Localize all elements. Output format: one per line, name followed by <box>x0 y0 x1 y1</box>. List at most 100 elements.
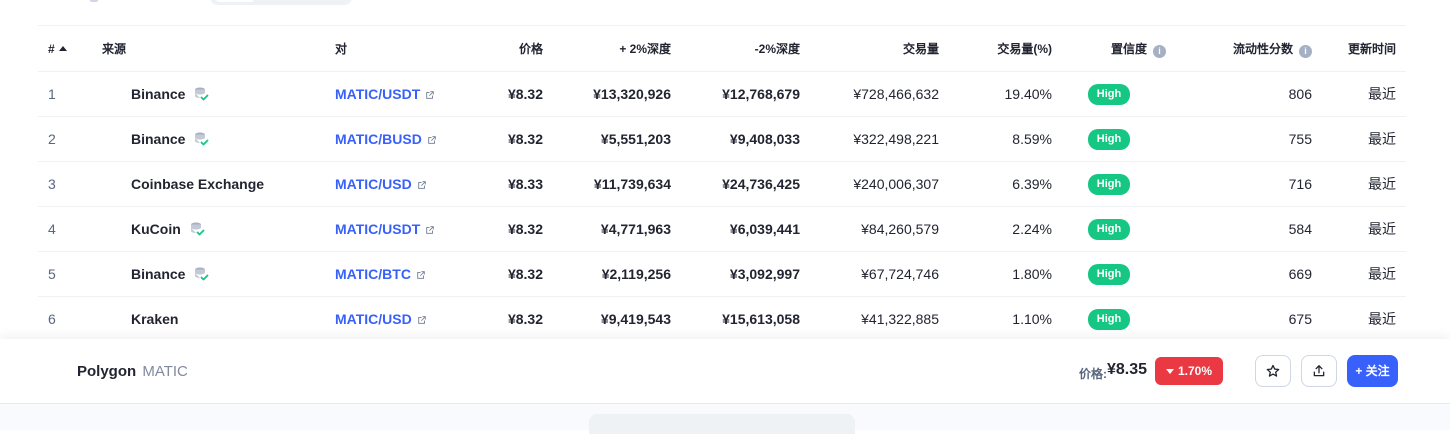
row-updated: 最近 <box>1312 71 1406 117</box>
table-row[interactable]: 3 Coinbase Exchange MATIC/USD ¥8.33 ¥11,… <box>38 161 1406 207</box>
row-pair[interactable]: MATIC/USD <box>335 296 485 342</box>
info-icon[interactable]: i <box>1299 44 1312 58</box>
row-liquidity: 669 <box>1166 251 1312 297</box>
header-price[interactable]: 价格 <box>485 25 543 72</box>
table-row[interactable]: 2 Binance MATIC/BUSD ¥8.32 ¥5,551,203 ¥9… <box>38 116 1406 162</box>
share-button[interactable] <box>1301 355 1337 387</box>
share-icon <box>1313 365 1325 377</box>
source-name[interactable]: Coinbase Exchange <box>131 176 264 192</box>
row-confidence: High <box>1052 251 1166 297</box>
row-source[interactable]: KuCoin <box>102 206 335 252</box>
row-updated: 最近 <box>1312 206 1406 252</box>
pair-link[interactable]: MATIC/USDT <box>335 86 420 102</box>
header-source[interactable]: 来源 <box>102 25 335 72</box>
row-pair[interactable]: MATIC/BTC <box>335 251 485 297</box>
row-depth-pos: ¥5,551,203 <box>543 116 671 162</box>
row-pair[interactable]: MATIC/BUSD <box>335 116 485 162</box>
header-pair[interactable]: 对 <box>335 25 485 72</box>
table-header-row: # 来源 对 价格 + 2%深度 -2%深度 交易量 交易量(%) 置信度 i 流… <box>38 25 1406 72</box>
row-volume-pct: 6.39% <box>939 161 1052 207</box>
markets-table-wrap: # 来源 对 价格 + 2%深度 -2%深度 交易量 交易量(%) 置信度 i 流… <box>38 25 1406 342</box>
source-name[interactable]: Binance <box>131 86 185 102</box>
row-rank: 3 <box>38 161 102 207</box>
source-name[interactable]: KuCoin <box>131 221 181 237</box>
row-volume: ¥322,498,221 <box>800 116 939 162</box>
row-liquidity: 675 <box>1166 296 1312 342</box>
pair-link[interactable]: MATIC/USD <box>335 311 412 327</box>
row-price: ¥8.32 <box>485 296 543 342</box>
price-value: ¥8.35 <box>1107 361 1148 378</box>
top-toggle-active[interactable] <box>215 0 255 2</box>
verified-stack-icon <box>195 87 209 100</box>
top-partial-element <box>90 0 98 2</box>
row-source[interactable]: Binance <box>102 71 335 117</box>
row-rank: 4 <box>38 206 102 252</box>
row-confidence: High <box>1052 161 1166 207</box>
table-row[interactable]: 6 Kraken MATIC/USD ¥8.32 ¥9,419,543 ¥15,… <box>38 296 1406 342</box>
row-rank: 2 <box>38 116 102 162</box>
markets-table: # 来源 对 价格 + 2%深度 -2%深度 交易量 交易量(%) 置信度 i 流… <box>38 25 1406 342</box>
pair-link[interactable]: MATIC/BUSD <box>335 131 422 147</box>
row-depth-pos: ¥13,320,926 <box>543 71 671 117</box>
confidence-badge: High <box>1087 173 1131 195</box>
header-liquidity[interactable]: 流动性分数 i <box>1166 25 1312 72</box>
row-liquidity: 716 <box>1166 161 1312 207</box>
row-confidence: High <box>1052 206 1166 252</box>
watchlist-star-button[interactable] <box>1255 355 1291 387</box>
row-confidence: High <box>1052 116 1166 162</box>
external-link-icon[interactable] <box>427 135 437 145</box>
confidence-badge: High <box>1087 263 1131 285</box>
table-row[interactable]: 1 Binance MATIC/USDT ¥8.32 ¥13,320,926 ¥… <box>38 71 1406 117</box>
follow-button[interactable]: + 关注 <box>1347 355 1398 387</box>
header-depth-neg[interactable]: -2%深度 <box>671 25 800 72</box>
pair-link[interactable]: MATIC/USDT <box>335 221 420 237</box>
coin-title: Polygon MATIC <box>77 363 188 380</box>
row-depth-neg: ¥3,092,997 <box>671 251 800 297</box>
header-confidence[interactable]: 置信度 i <box>1052 25 1166 72</box>
row-pair[interactable]: MATIC/USDT <box>335 206 485 252</box>
info-icon[interactable]: i <box>1153 44 1166 58</box>
confidence-badge: High <box>1087 128 1131 150</box>
confidence-badge: High <box>1087 308 1131 330</box>
row-depth-neg: ¥15,613,058 <box>671 296 800 342</box>
row-liquidity: 584 <box>1166 206 1312 252</box>
row-price: ¥8.32 <box>485 206 543 252</box>
external-link-icon[interactable] <box>425 225 435 235</box>
verified-stack-icon <box>195 267 209 280</box>
external-link-icon[interactable] <box>425 90 435 100</box>
header-volume-pct[interactable]: 交易量(%) <box>939 25 1052 72</box>
header-updated[interactable]: 更新时间 <box>1312 25 1406 72</box>
external-link-icon[interactable] <box>417 180 427 190</box>
external-link-icon[interactable] <box>417 315 427 325</box>
row-source[interactable]: Kraken <box>102 296 335 342</box>
row-pair[interactable]: MATIC/USD <box>335 161 485 207</box>
row-pair[interactable]: MATIC/USDT <box>335 71 485 117</box>
table-row[interactable]: 4 KuCoin MATIC/USDT ¥8.32 ¥4,771,963 ¥6,… <box>38 206 1406 252</box>
source-name[interactable]: Kraken <box>131 311 178 327</box>
row-liquidity: 755 <box>1166 116 1312 162</box>
row-rank: 5 <box>38 251 102 297</box>
header-volume[interactable]: 交易量 <box>800 25 939 72</box>
external-link-icon[interactable] <box>416 270 426 280</box>
row-depth-pos: ¥2,119,256 <box>543 251 671 297</box>
below-card <box>589 414 855 434</box>
row-volume-pct: 1.80% <box>939 251 1052 297</box>
source-name[interactable]: Binance <box>131 131 185 147</box>
pair-link[interactable]: MATIC/USD <box>335 176 412 192</box>
header-depth-pos[interactable]: + 2%深度 <box>543 25 671 72</box>
table-row[interactable]: 5 Binance MATIC/BTC ¥8.32 ¥2,119,256 ¥3,… <box>38 251 1406 297</box>
row-updated: 最近 <box>1312 116 1406 162</box>
row-source[interactable]: Binance <box>102 116 335 162</box>
row-price: ¥8.32 <box>485 116 543 162</box>
row-source[interactable]: Binance <box>102 251 335 297</box>
coin-symbol: MATIC <box>142 363 188 380</box>
sticky-coin-bar: Polygon MATIC 价格: ¥8.35 1.70% + 关注 <box>0 339 1450 404</box>
row-source[interactable]: Coinbase Exchange <box>102 161 335 207</box>
row-rank: 1 <box>38 71 102 117</box>
header-rank[interactable]: # <box>38 25 102 72</box>
confidence-badge: High <box>1087 83 1131 105</box>
row-depth-pos: ¥4,771,963 <box>543 206 671 252</box>
pair-link[interactable]: MATIC/BTC <box>335 266 411 282</box>
row-confidence: High <box>1052 296 1166 342</box>
source-name[interactable]: Binance <box>131 266 185 282</box>
